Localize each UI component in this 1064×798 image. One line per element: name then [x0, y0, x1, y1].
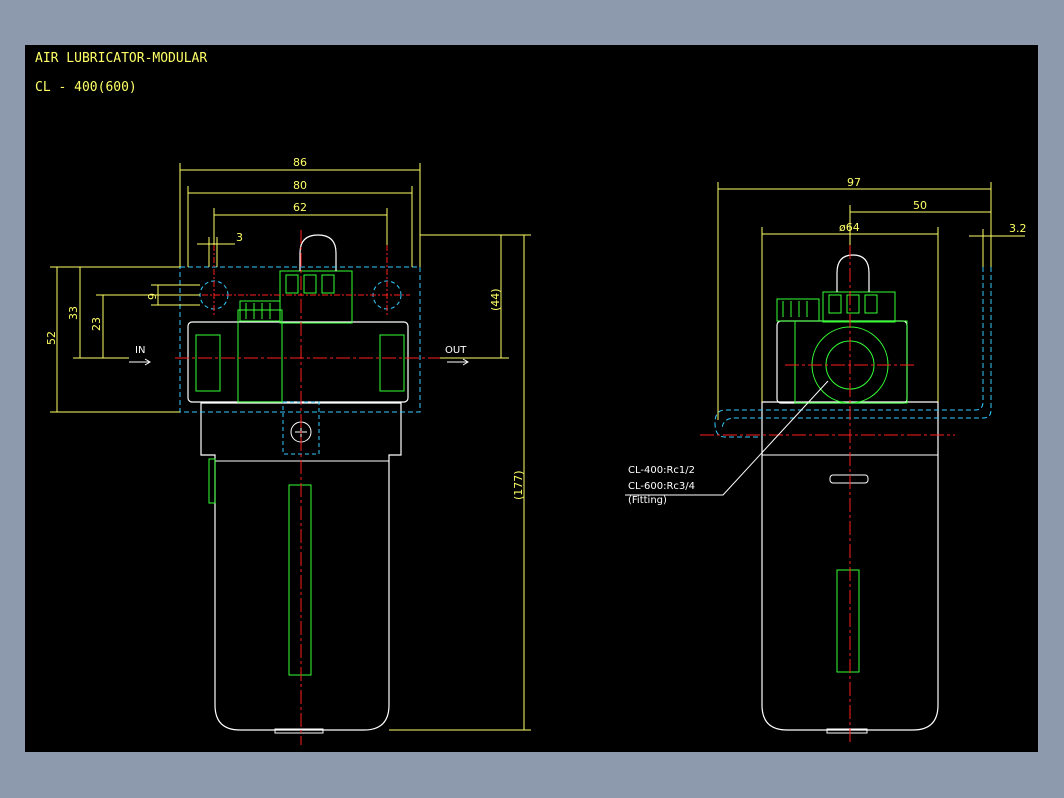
dim-44: (44) — [489, 288, 502, 311]
sight-dome — [299, 234, 337, 271]
dim-64: ø64 — [839, 221, 860, 234]
dim-52: 52 — [45, 331, 58, 345]
dim-23: 23 — [90, 317, 103, 331]
fitting-note-2: CL-600:Rc3/4 — [628, 481, 695, 492]
side-dims — [717, 182, 1025, 420]
dim-97: 97 — [847, 176, 861, 189]
dim-3-2: 3.2 — [1009, 222, 1027, 235]
model-number: CL - 400(600) — [35, 80, 137, 95]
knob-grip — [285, 274, 335, 294]
fitting-leader — [625, 380, 829, 496]
fill-plug-grip — [245, 303, 271, 319]
drawing-title: AIR LUBRICATOR-MODULAR — [35, 51, 207, 66]
in-port-window — [195, 334, 221, 392]
sight-gauge — [288, 484, 312, 676]
dim-62: 62 — [293, 201, 307, 214]
side-sight-gauge — [836, 569, 860, 673]
side-sight-dome — [836, 254, 870, 292]
dim-9: 9 — [146, 293, 159, 300]
fitting-note-1: CL-400:Rc1/2 — [628, 465, 695, 476]
out-port-window — [379, 334, 405, 392]
dim-50: 50 — [913, 199, 927, 212]
dim-177: (177) — [512, 470, 525, 500]
front-view: IN OUT 86 80 62 3 52 33 23 9 (44) (177) — [45, 156, 531, 745]
dim-33: 33 — [67, 306, 80, 320]
dim-80: 80 — [293, 179, 307, 192]
front-vertical-dims — [50, 266, 200, 413]
modular-bracket — [179, 266, 421, 413]
dim-3: 3 — [236, 231, 243, 244]
drawing-frame: AIR LUBRICATOR-MODULAR CL - 400(600) IN … — [25, 45, 1038, 752]
out-arrow — [447, 358, 469, 366]
front-right-dims — [389, 234, 531, 731]
out-label: OUT — [445, 345, 467, 356]
side-clip — [208, 458, 216, 504]
dim-86: 86 — [293, 156, 307, 169]
in-label: IN — [135, 345, 145, 356]
fill-plug-body — [237, 309, 283, 403]
in-arrow — [129, 358, 151, 366]
fitting-note-3: (Fitting) — [628, 495, 667, 506]
body-block — [187, 321, 409, 403]
side-view: 97 50 ø64 3.2 CL-400:Rc1/2 CL-600:Rc3/4 … — [625, 176, 1027, 745]
cad-drawing: AIR LUBRICATOR-MODULAR CL - 400(600) IN … — [35, 51, 1027, 745]
side-bowl-outline — [761, 401, 939, 731]
